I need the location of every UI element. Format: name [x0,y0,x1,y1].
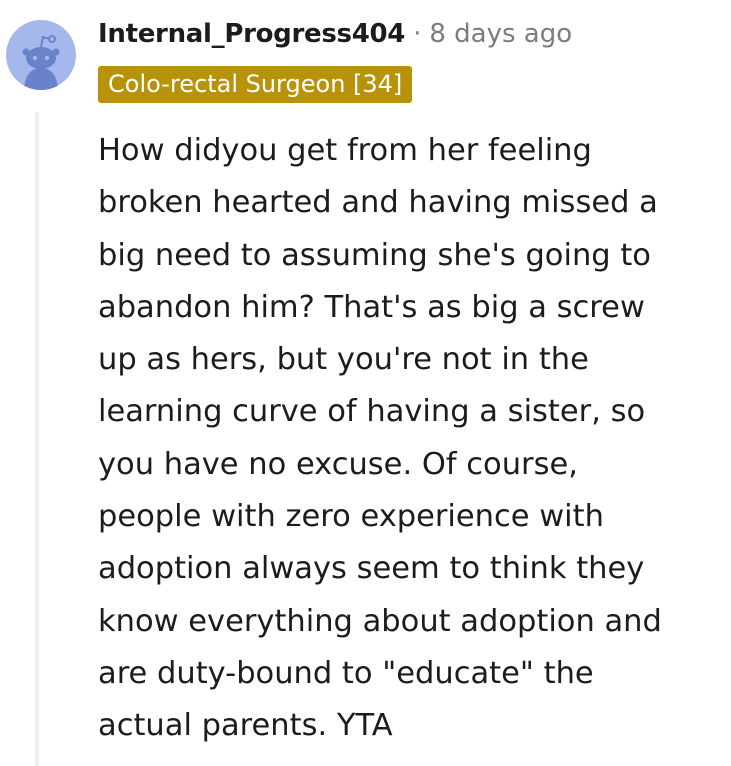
comment-header: Internal_Progress404 · 8 days ago [98,14,572,54]
comment-body: How didyou get from her feeling broken h… [98,133,662,744]
thread-collapse-line[interactable] [35,112,39,766]
avatar[interactable] [6,20,76,90]
username-link[interactable]: Internal_Progress404 [98,19,405,49]
meta-separator: · [413,19,422,49]
user-flair: Colo-rectal Surgeon [34] [98,66,413,103]
snoo-avatar-icon [6,20,76,90]
comment-timestamp[interactable]: 8 days ago [429,19,572,49]
